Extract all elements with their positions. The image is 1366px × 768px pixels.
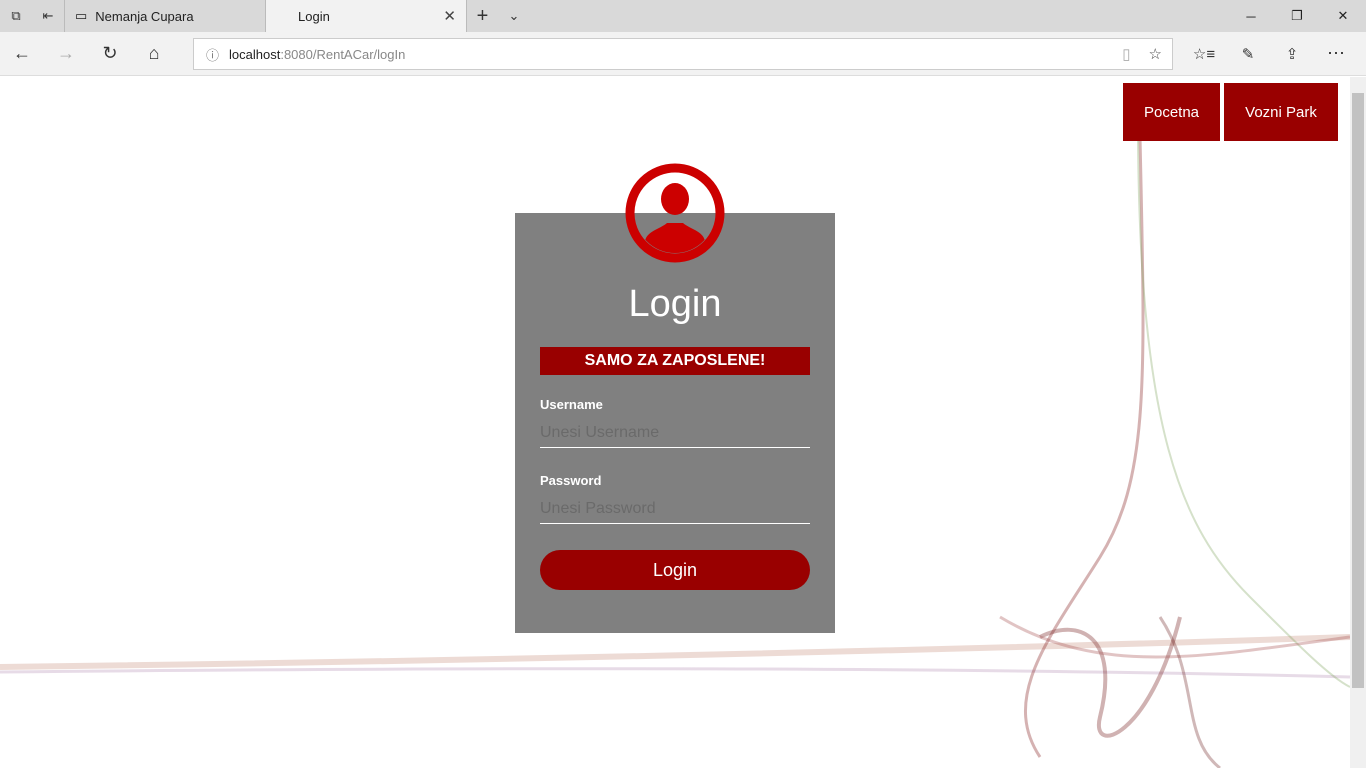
tab-nemanja-cupara[interactable]: ▭ Nemanja Cupara (64, 0, 265, 32)
close-window-icon[interactable]: ✕ (1320, 0, 1366, 32)
login-card: Login SAMO ZA ZAPOSLENE! Username Passwo… (515, 213, 835, 633)
scrollbar-thumb[interactable] (1352, 93, 1364, 688)
nav-pocetna-button[interactable]: Pocetna (1123, 83, 1220, 141)
refresh-icon[interactable]: ↻ (88, 32, 132, 76)
password-input[interactable] (540, 494, 810, 524)
nav-bar: ← → ↻ ⌂ ⓘ localhost:8080/RentACar/logIn … (0, 32, 1366, 76)
close-tab-icon[interactable]: ✕ (443, 7, 456, 25)
share-icon[interactable]: ⇪ (1270, 32, 1314, 76)
login-button[interactable]: Login (540, 550, 810, 590)
tab-login[interactable]: Login ✕ (265, 0, 466, 32)
user-avatar-icon (625, 163, 725, 263)
restore-icon[interactable]: ❐ (1274, 0, 1320, 32)
minimize-icon[interactable]: ─ (1228, 0, 1274, 32)
favorites-icon[interactable]: ☆≡ (1182, 32, 1226, 76)
reading-view-icon[interactable]: ▯ (1122, 45, 1130, 63)
favorite-star-icon[interactable]: ☆ (1149, 45, 1162, 63)
page-icon: ▭ (75, 8, 88, 23)
more-icon[interactable]: ⋯ (1314, 32, 1358, 76)
tab-bar: ⧉ ⇤ ▭ Nemanja Cupara Login ✕ + ⌄ ─ ❐ ✕ (0, 0, 1366, 32)
info-icon: ⓘ (206, 47, 220, 63)
password-label: Password (540, 473, 602, 488)
chevron-down-icon[interactable]: ⌄ (498, 0, 530, 32)
nav-vozni-park-button[interactable]: Vozni Park (1224, 83, 1338, 141)
employees-only-notice: SAMO ZA ZAPOSLENE! (540, 347, 810, 375)
address-bar[interactable]: ⓘ localhost:8080/RentACar/logIn ▯ ☆ (193, 38, 1173, 70)
scrollbar[interactable] (1350, 77, 1366, 768)
new-tab-icon[interactable]: + (466, 0, 498, 32)
forward-icon[interactable]: → (44, 32, 88, 76)
pen-icon[interactable]: ✎ (1226, 32, 1270, 76)
back-icon[interactable]: ← (0, 32, 44, 76)
username-input[interactable] (540, 418, 810, 448)
username-label: Username (540, 397, 603, 412)
top-nav: Pocetna Vozni Park (1123, 83, 1338, 141)
login-title: Login (628, 283, 722, 325)
tab-preview-icon[interactable]: ⧉ (0, 0, 32, 32)
home-icon[interactable]: ⌂ (132, 32, 176, 76)
set-aside-tabs-icon[interactable]: ⇤ (32, 0, 64, 32)
